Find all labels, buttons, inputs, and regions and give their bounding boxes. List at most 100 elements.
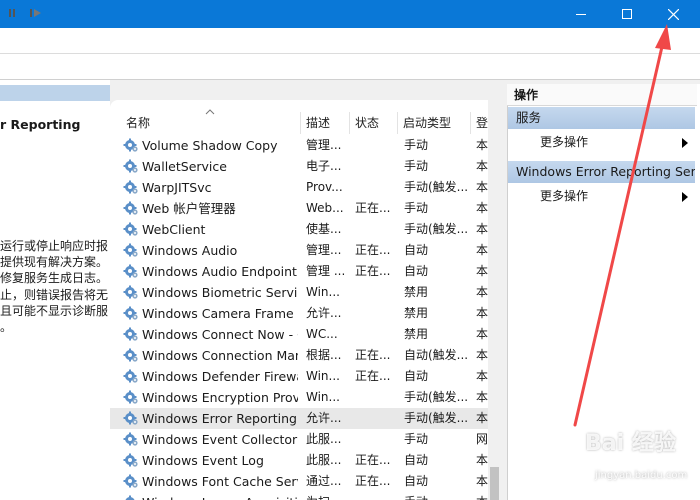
pause-service-button[interactable]	[4, 5, 20, 21]
resume-service-button[interactable]	[28, 5, 44, 21]
pause-icon	[9, 9, 15, 17]
service-row[interactable]: Windows Font Cache Service 通过... 正在... 自动 本	[110, 471, 488, 492]
service-row[interactable]: Windows Image Acquisition 为扫... 手动 本	[110, 492, 488, 500]
service-startup-type: 自动(触发...	[404, 348, 468, 362]
service-gear-icon	[123, 452, 139, 468]
service-description: 运行或停止响应时报 提供现有解决方案。 修复服务生成日志。 止，则错误报告将无 …	[0, 239, 109, 335]
service-startup-type: 自动	[404, 264, 429, 278]
service-row[interactable]: Windows Defender Firewall Win... 正在... 自动 本	[110, 366, 488, 387]
service-row[interactable]: Volume Shadow Copy 管理... 手动 本	[110, 135, 488, 156]
column-divider[interactable]	[300, 112, 301, 134]
service-name: Windows Connect Now - Config Registrar	[142, 327, 298, 342]
service-startup-type: 自动	[404, 474, 429, 488]
watermark-logo: Bai 经验	[585, 431, 676, 456]
watermark-url: jingyan.baidu.com	[595, 470, 688, 481]
service-description-cell: Win...	[306, 390, 340, 404]
column-header-description[interactable]: 描述	[306, 112, 330, 134]
service-gear-icon	[123, 137, 139, 153]
service-gear-icon	[123, 326, 139, 342]
column-divider[interactable]	[397, 112, 398, 134]
service-logon-as: 本	[476, 264, 488, 278]
service-description-cell: 根据...	[306, 348, 342, 362]
service-row[interactable]: WebClient 使基... 手动(触发... 本	[110, 219, 488, 240]
service-description-cell: Prov...	[306, 180, 343, 194]
service-logon-as: 本	[476, 159, 488, 173]
service-name: Windows Font Cache Service	[142, 474, 298, 489]
column-header-name[interactable]: 名称	[126, 112, 150, 134]
service-row[interactable]: Windows Connect Now - Config Registrar WC…	[110, 324, 488, 345]
submenu-arrow-icon	[682, 138, 688, 148]
service-status: 正在...	[355, 243, 391, 257]
service-name: Windows Error Reporting Service	[142, 411, 298, 426]
service-startup-type: 手动	[404, 201, 429, 215]
service-name: Windows Camera Frame Server	[142, 306, 298, 321]
service-name: Windows Defender Firewall	[142, 369, 298, 384]
service-gear-icon	[123, 389, 139, 405]
service-logon-as: 本	[476, 138, 488, 152]
service-logon-as: 本	[476, 474, 488, 488]
service-description-cell: Win...	[306, 285, 340, 299]
service-description-cell: 此服...	[306, 453, 342, 467]
extended-view-header	[0, 85, 110, 101]
service-logon-as: 本	[476, 285, 488, 299]
service-startup-type: 禁用	[404, 306, 429, 320]
service-row[interactable]: Windows Camera Frame Server 允许... 禁用 本	[110, 303, 488, 324]
service-description-cell: 管理...	[306, 243, 342, 257]
service-name: Web 帐户管理器	[142, 201, 236, 216]
service-status: 正在...	[355, 474, 391, 488]
more-actions-label: 更多操作	[540, 135, 589, 149]
service-gear-icon	[123, 431, 139, 447]
service-row[interactable]: WalletService 电子... 手动 本	[110, 156, 488, 177]
service-status: 正在...	[355, 201, 391, 215]
service-startup-type: 手动(触发...	[404, 180, 468, 194]
service-row[interactable]: Windows Connection Manager 根据... 正在... 自动(触…	[110, 345, 488, 366]
service-logon-as: 本	[476, 411, 488, 425]
vertical-scrollbar[interactable]	[488, 100, 500, 500]
service-gear-icon	[123, 368, 139, 384]
service-logon-as: 本	[476, 306, 488, 320]
service-row[interactable]: Windows Encryption Provider Win... 手动(触发..…	[110, 387, 488, 408]
service-row[interactable]: Windows Audio 管理... 正在... 自动 本	[110, 240, 488, 261]
service-row[interactable]: Windows Event Collector 此服... 手动 网	[110, 429, 488, 450]
actions-group-services[interactable]: 服务	[508, 107, 695, 129]
service-description-cell: WC...	[306, 327, 338, 341]
service-name: WebClient	[142, 222, 206, 237]
column-divider[interactable]	[470, 112, 471, 134]
service-logon-as: 本	[476, 222, 488, 236]
column-divider[interactable]	[349, 112, 350, 134]
service-row[interactable]: Windows Error Reporting Service 允许... 手动(触…	[110, 408, 488, 429]
service-gear-icon	[123, 410, 139, 426]
service-gear-icon	[123, 221, 139, 237]
service-row[interactable]: Web 帐户管理器 Web... 正在... 手动 本	[110, 198, 488, 219]
service-logon-as: 网	[476, 432, 488, 446]
service-description-cell: 通过...	[306, 474, 342, 488]
close-icon	[667, 8, 679, 20]
service-gear-icon	[123, 263, 139, 279]
service-name: Volume Shadow Copy	[142, 138, 278, 153]
resume-icon	[30, 9, 41, 17]
service-row[interactable]: Windows Biometric Service Win... 禁用 本	[110, 282, 488, 303]
service-row[interactable]: Windows Audio Endpoint Builder 管理 ... 正在..…	[110, 261, 488, 282]
column-header-startup-type[interactable]: 启动类型	[403, 112, 451, 134]
column-header-logon[interactable]: 登	[476, 112, 488, 134]
service-logon-as: 本	[476, 180, 488, 194]
service-logon-as: 本	[476, 369, 488, 383]
service-row[interactable]: WarpJITSvc Prov... 手动(触发... 本	[110, 177, 488, 198]
maximize-button[interactable]	[604, 0, 650, 28]
service-row[interactable]: Windows Event Log 此服... 正在... 自动 本	[110, 450, 488, 471]
service-gear-icon	[123, 200, 139, 216]
service-startup-type: 手动	[404, 138, 429, 152]
close-button[interactable]	[650, 0, 696, 28]
actions-group-selected-service[interactable]: Windows Error Reporting Service	[508, 161, 695, 183]
service-logon-as: 本	[476, 243, 488, 257]
service-status: 正在...	[355, 348, 391, 362]
service-description-cell: 电子...	[306, 159, 342, 173]
more-actions-item[interactable]: 更多操作	[540, 185, 690, 207]
column-header-status[interactable]: 状态	[355, 112, 379, 134]
service-description-cell: 使基...	[306, 222, 342, 236]
more-actions-item[interactable]: 更多操作	[540, 131, 690, 153]
scrollbar-thumb[interactable]	[490, 467, 499, 500]
minimize-button[interactable]	[558, 0, 604, 28]
menu-bar	[0, 28, 700, 54]
service-logon-as: 本	[476, 453, 488, 467]
